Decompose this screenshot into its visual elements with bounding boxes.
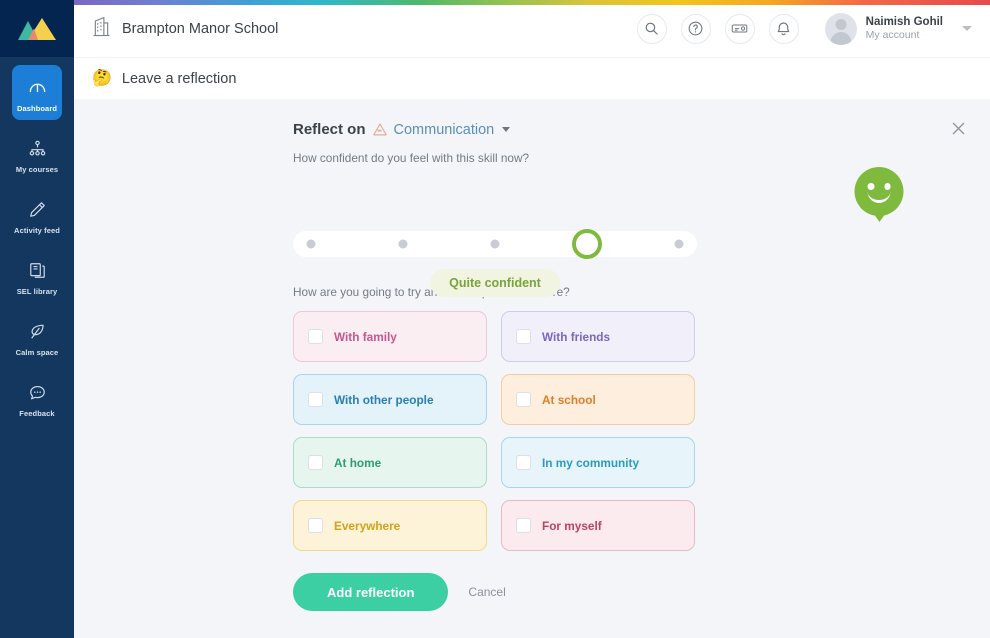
option-label: For myself (542, 518, 602, 533)
reflection-form-inner: Reflect on Communication How confident d… (293, 121, 904, 611)
sidebar-nav: Dashboard My courses Activity feed SEL l… (0, 57, 74, 425)
confidence-question-label: How confident do you feel with this skil… (293, 151, 530, 165)
notification-bell-icon[interactable] (768, 13, 799, 44)
option-for-myself[interactable]: For myself (501, 500, 695, 551)
form-actions: Add reflection Cancel (293, 573, 703, 611)
checkbox-icon[interactable] (516, 455, 531, 470)
rainbow-accent-bar (74, 0, 990, 5)
books-icon (12, 258, 62, 284)
reflection-form: Reflect on Communication How confident d… (74, 99, 990, 611)
pencil-icon (12, 197, 62, 223)
slider-thumb[interactable] (572, 229, 602, 259)
search-icon[interactable] (636, 13, 667, 44)
sidebar-item-label: Dashboard (16, 104, 58, 113)
option-at-school[interactable]: At school (501, 374, 695, 425)
sidebar-item-dashboard[interactable]: Dashboard (12, 65, 62, 120)
reflect-on-label: Reflect on (293, 121, 366, 138)
help-question-icon[interactable] (680, 13, 711, 44)
school-name: Brampton Manor School (122, 20, 279, 37)
slider-step-2[interactable] (398, 239, 408, 249)
option-label: Everywhere (334, 518, 401, 533)
page-header-bar: 🤔 Leave a reflection (74, 57, 990, 99)
sidebar-item-label: Activity feed (14, 226, 60, 235)
sidebar: Dashboard My courses Activity feed SEL l… (0, 0, 74, 638)
avatar-icon (824, 12, 857, 45)
option-with-family[interactable]: With family (293, 311, 487, 362)
add-reflection-button[interactable]: Add reflection (293, 573, 449, 611)
option-with-other-people[interactable]: With other people (293, 374, 487, 425)
skill-name[interactable]: Communication (394, 122, 495, 138)
sidebar-item-label: Feedback (19, 409, 55, 418)
option-label: With family (334, 329, 397, 344)
option-label: At home (334, 455, 382, 470)
mountain-skill-icon (372, 122, 388, 137)
option-label: With friends (542, 329, 611, 344)
chevron-down-icon[interactable] (502, 127, 511, 132)
option-label: In my community (542, 455, 640, 470)
option-with-friends[interactable]: With friends (501, 311, 695, 362)
leaf-icon (12, 319, 62, 345)
slider-step-5[interactable] (674, 239, 684, 249)
option-at-home[interactable]: At home (293, 437, 487, 488)
checkbox-icon[interactable] (308, 392, 323, 407)
ticket-icon[interactable] (724, 13, 755, 44)
confidence-value-label: Quite confident (430, 269, 560, 297)
account-subtitle: My account (865, 29, 920, 42)
sidebar-item-label: SEL library (16, 287, 58, 296)
option-in-my-community[interactable]: In my community (501, 437, 695, 488)
checkbox-icon[interactable] (308, 329, 323, 344)
sidebar-item-activity-feed[interactable]: Activity feed (12, 187, 62, 242)
option-grid: With family With friends With other peop… (293, 311, 703, 551)
account-name: Naimish Gohil (865, 15, 943, 28)
option-label: With other people (334, 392, 434, 407)
confidence-slider: Quite confident (293, 167, 904, 297)
checkbox-icon[interactable] (516, 518, 531, 533)
dashboard-gauge-icon (12, 75, 62, 101)
org-tree-icon (12, 136, 62, 162)
building-icon (92, 16, 111, 42)
option-everywhere[interactable]: Everywhere (293, 500, 487, 551)
smiley-face-icon (854, 167, 904, 222)
cancel-button[interactable]: Cancel (468, 585, 505, 599)
slider-step-1[interactable] (306, 239, 316, 249)
top-bar: Brampton Manor School Naimish Gohil My a… (74, 0, 990, 57)
app-root: Dashboard My courses Activity feed SEL l… (0, 0, 990, 638)
logo-container[interactable] (0, 0, 74, 57)
sidebar-item-calm-space[interactable]: Calm space (12, 309, 62, 364)
checkbox-icon[interactable] (308, 518, 323, 533)
page-title: Leave a reflection (121, 70, 237, 87)
chevron-down-icon[interactable] (962, 26, 972, 31)
thinking-face-icon: 🤔 (92, 69, 112, 87)
mountains-logo-icon (16, 16, 58, 42)
sidebar-item-my-courses[interactable]: My courses (12, 126, 62, 181)
account-menu[interactable]: Naimish Gohil My account (824, 12, 972, 45)
checkbox-icon[interactable] (308, 455, 323, 470)
slider-track[interactable] (293, 229, 697, 259)
sidebar-item-label: Calm space (15, 348, 59, 357)
close-icon[interactable] (947, 117, 969, 139)
checkbox-icon[interactable] (516, 329, 531, 344)
sidebar-item-sel-library[interactable]: SEL library (12, 248, 62, 303)
option-label: At school (542, 392, 596, 407)
breadcrumb[interactable]: Brampton Manor School (92, 16, 278, 42)
slider-step-3[interactable] (490, 239, 500, 249)
reflect-on-header: Reflect on Communication (293, 121, 703, 138)
sidebar-item-label: My courses (15, 165, 59, 174)
account-text: Naimish Gohil My account (866, 15, 943, 43)
sidebar-item-feedback[interactable]: Feedback (12, 370, 62, 425)
checkbox-icon[interactable] (516, 392, 531, 407)
speech-bubble-icon (12, 380, 62, 406)
top-bar-actions: Naimish Gohil My account (636, 12, 972, 45)
reflection-panel: Reflect on Communication How confident d… (74, 99, 990, 638)
main-area: Brampton Manor School Naimish Gohil My a… (74, 0, 990, 638)
